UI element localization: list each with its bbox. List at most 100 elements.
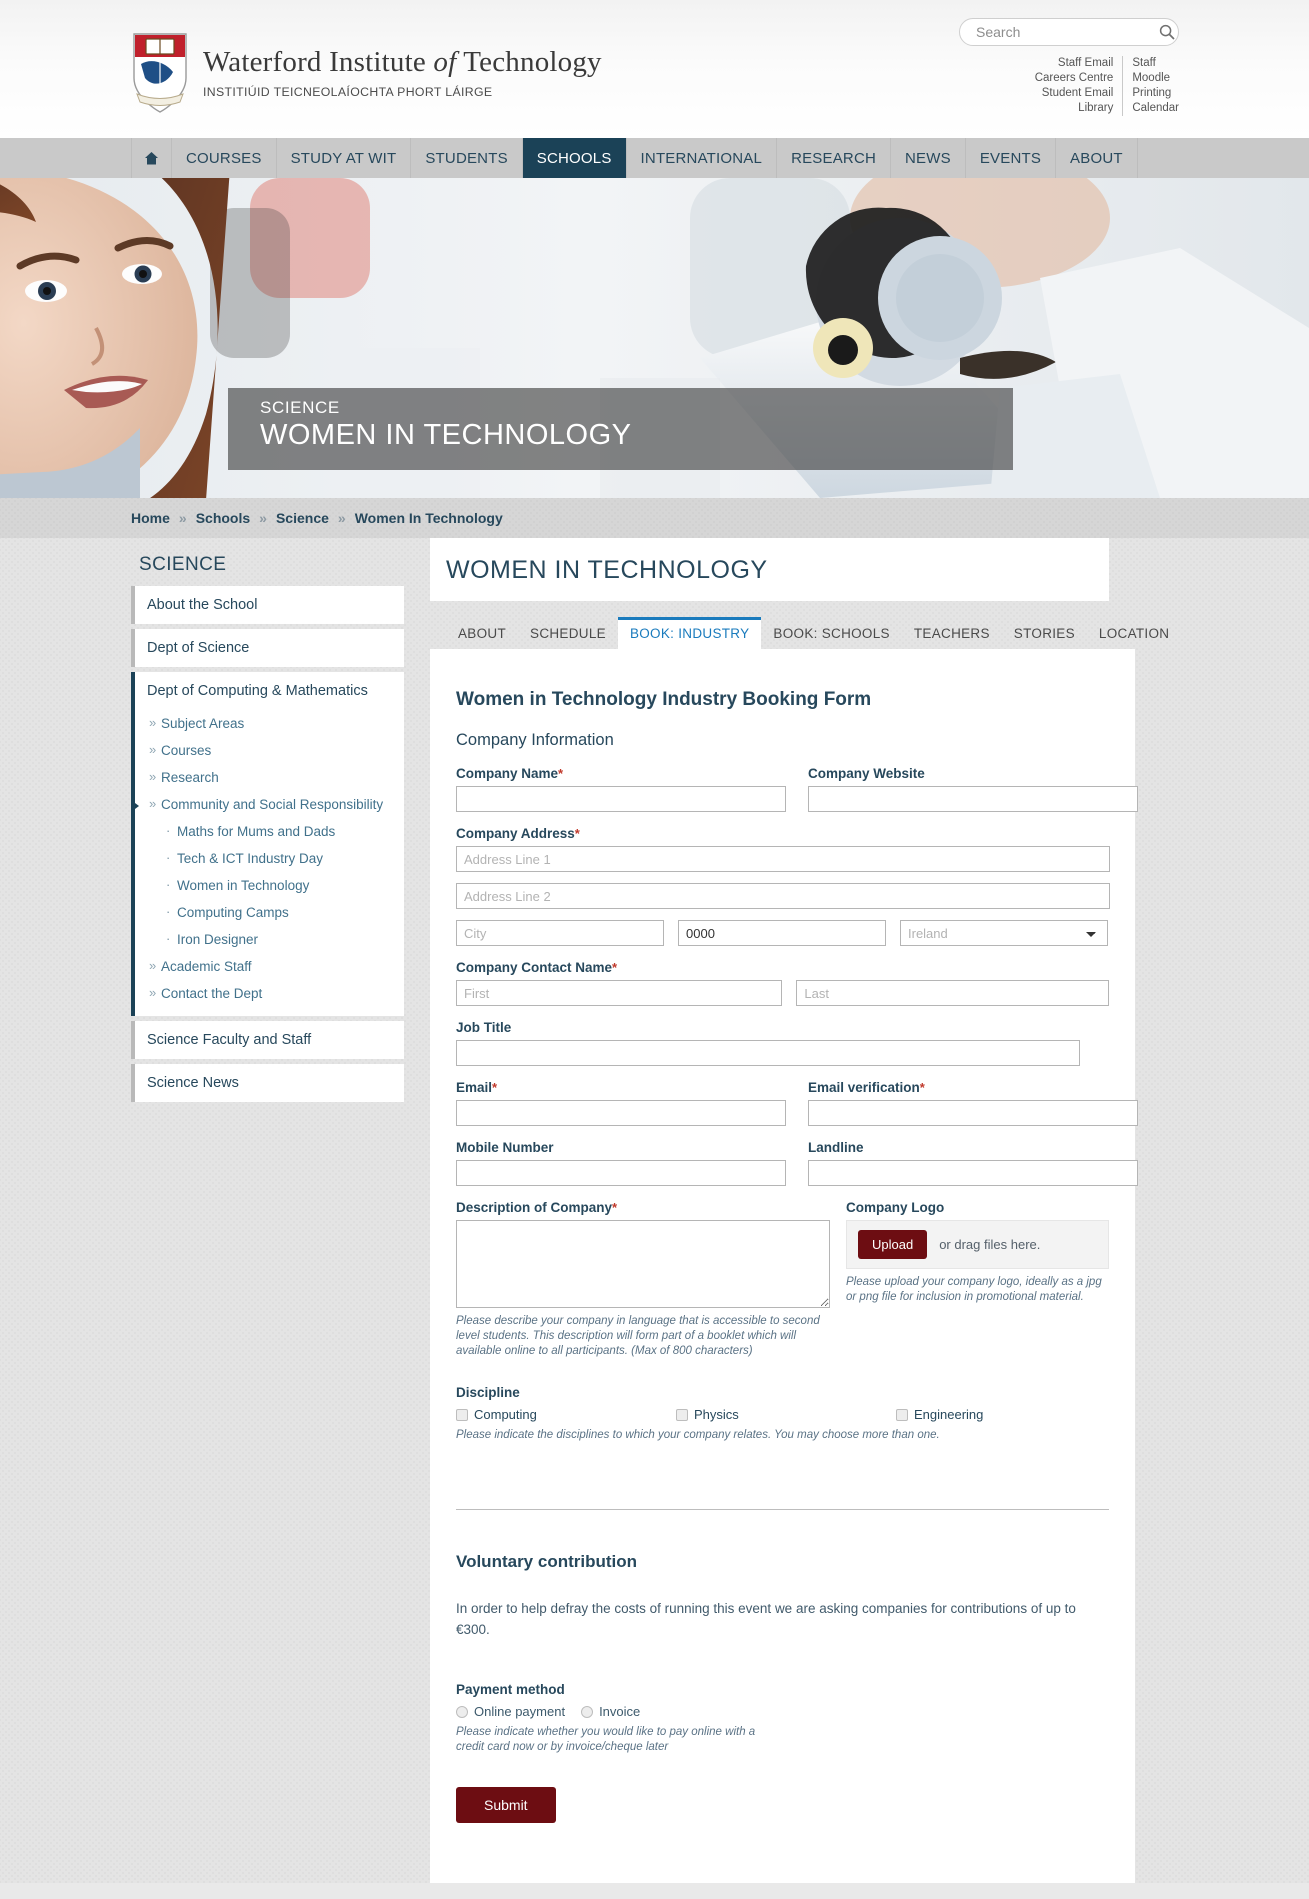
sidebar-subitem-women-in-technology[interactable]: · Women in Technology [135, 872, 404, 899]
discipline-option-physics[interactable]: Physics [676, 1407, 896, 1422]
sidebar-item-about-the-school[interactable]: About the School [131, 586, 404, 624]
discipline-options: Computing Physics Engineering [456, 1407, 1109, 1422]
discipline-label: Physics [694, 1407, 739, 1422]
sidebar-subitem-computing-camps[interactable]: · Computing Camps [135, 899, 404, 926]
quick-link-printing[interactable]: Printing [1132, 86, 1179, 101]
sidebar-label[interactable]: Science Faculty and Staff [135, 1021, 404, 1059]
tab-about[interactable]: ABOUT [446, 617, 518, 649]
quick-link-moodle[interactable]: Moodle [1132, 71, 1179, 86]
field-email: Email* [456, 1080, 786, 1126]
sidebar-subitem-label: Academic Staff [161, 959, 252, 974]
contact-first-name-input[interactable] [456, 980, 783, 1006]
tab-teachers[interactable]: TEACHERS [902, 617, 1002, 649]
row-description-logo: Description of Company* Please describe … [456, 1200, 1109, 1359]
sidebar-subitem-research[interactable]: » Research [135, 764, 404, 791]
mobile-number-input[interactable] [456, 1160, 786, 1186]
sidebar-subitem-academic-staff[interactable]: » Academic Staff [135, 953, 404, 980]
radio-icon[interactable] [581, 1705, 594, 1718]
voluntary-contribution-text: In order to help defray the costs of run… [456, 1601, 1076, 1637]
contact-last-name-input[interactable] [796, 980, 1109, 1006]
nav-item-study-at-wit[interactable]: STUDY AT WIT [277, 138, 412, 178]
sidebar-subitem-label: Research [161, 770, 219, 785]
quick-link-library[interactable]: Library [1035, 101, 1113, 116]
sidebar-subitem-subject-areas[interactable]: » Subject Areas [135, 710, 404, 737]
page-body: SCIENCE About the School Dept of Science… [0, 538, 1309, 1883]
page-title-wrap: WOMEN IN TECHNOLOGY [430, 538, 1109, 601]
discipline-option-computing[interactable]: Computing [456, 1407, 676, 1422]
payment-option-invoice[interactable]: Invoice [581, 1704, 640, 1719]
sidebar-label[interactable]: About the School [135, 586, 404, 624]
breadcrumb-science[interactable]: Science [276, 510, 329, 526]
sidebar-subitem-label: Women in Technology [177, 878, 310, 893]
sidebar-subitem-label: Iron Designer [177, 932, 259, 947]
sidebar-label[interactable]: Science News [135, 1064, 404, 1102]
sidebar-item-dept-of-computing-mathematics[interactable]: Dept of Computing & Mathematics » Subject… [131, 672, 404, 1016]
upload-button[interactable]: Upload [858, 1230, 928, 1259]
sidebar-subitem-contact-the-dept[interactable]: » Contact the Dept [135, 980, 404, 1007]
sidebar-item-science-faculty-and-staff[interactable]: Science Faculty and Staff [131, 1021, 404, 1059]
site-logo[interactable]: Waterford Institute of Technology INSTIT… [131, 32, 602, 114]
hero-title: WOMEN IN TECHNOLOGY [260, 419, 632, 451]
description-textarea[interactable] [456, 1220, 830, 1308]
sidebar-subitem-maths-for-mums-and-dads[interactable]: · Maths for Mums and Dads [135, 818, 404, 845]
nav-item-schools[interactable]: SCHOOLS [522, 138, 627, 178]
nav-item-international[interactable]: INTERNATIONAL [627, 138, 778, 178]
search-input[interactable] [974, 23, 1159, 41]
tab-book-schools[interactable]: BOOK: SCHOOLS [761, 617, 901, 649]
nav-item-home[interactable] [131, 138, 172, 178]
tab-book-industry[interactable]: BOOK: INDUSTRY [617, 617, 762, 649]
landline-input[interactable] [808, 1160, 1138, 1186]
email-verification-input[interactable] [808, 1100, 1138, 1126]
checkbox-icon[interactable] [456, 1408, 468, 1421]
sidebar-item-science-news[interactable]: Science News [131, 1064, 404, 1102]
radio-icon[interactable] [456, 1705, 468, 1718]
address-line-2-input[interactable] [456, 883, 1110, 909]
sidebar-label[interactable]: Dept of Computing & Mathematics [135, 672, 404, 710]
breadcrumb: Home » Schools » Science » Women In Tech… [0, 498, 1309, 538]
logo-dropzone[interactable]: Upload or drag files here. [846, 1220, 1109, 1269]
tab-schedule[interactable]: SCHEDULE [518, 617, 618, 649]
address-line-1-input[interactable] [456, 846, 1110, 872]
discipline-option-engineering[interactable]: Engineering [896, 1407, 983, 1422]
nav-item-news[interactable]: NEWS [891, 138, 966, 178]
country-select[interactable]: Ireland [900, 920, 1108, 946]
nav-item-events[interactable]: EVENTS [966, 138, 1057, 178]
company-name-input[interactable] [456, 786, 786, 812]
company-website-input[interactable] [808, 786, 1138, 812]
bullet-icon: · [166, 823, 171, 838]
quick-link-student-email[interactable]: Student Email [1035, 86, 1114, 101]
sidebar-subitem-iron-designer[interactable]: · Iron Designer [135, 926, 404, 953]
nav-item-courses[interactable]: COURSES [172, 138, 277, 178]
sidebar-item-dept-of-science[interactable]: Dept of Science [131, 629, 404, 667]
postcode-input[interactable] [678, 920, 886, 946]
breadcrumb-schools[interactable]: Schools [196, 510, 250, 526]
submit-button[interactable]: Submit [456, 1787, 556, 1823]
breadcrumb-home[interactable]: Home [131, 510, 170, 526]
label-landline: Landline [808, 1140, 864, 1155]
tab-stories[interactable]: STORIES [1002, 617, 1087, 649]
checkbox-icon[interactable] [676, 1408, 688, 1421]
label-discipline: Discipline [456, 1385, 520, 1400]
search-icon[interactable] [1159, 24, 1175, 40]
discipline-hint: Please indicate the disciplines to which… [456, 1429, 940, 1441]
checkbox-icon[interactable] [896, 1408, 908, 1421]
nav-item-research[interactable]: RESEARCH [777, 138, 892, 178]
sidebar-subitem-courses[interactable]: » Courses [135, 737, 404, 764]
field-mobile-number: Mobile Number [456, 1140, 786, 1186]
nav-item-students[interactable]: STUDENTS [411, 138, 523, 178]
payment-option-online-payment[interactable]: Online payment [456, 1704, 565, 1719]
quick-link-calendar[interactable]: Calendar [1132, 101, 1179, 116]
search-box[interactable] [959, 18, 1179, 46]
sidebar-subitem-tech-ict-industry-day[interactable]: · Tech & ICT Industry Day [135, 845, 404, 872]
nav-item-about[interactable]: ABOUT [1056, 138, 1138, 178]
email-input[interactable] [456, 1100, 786, 1126]
city-input[interactable] [456, 920, 664, 946]
tab-location[interactable]: LOCATION [1087, 617, 1181, 649]
sidebar-subitem-community-and-social-responsibility[interactable]: » Community and Social Responsibility [131, 791, 404, 818]
job-title-input[interactable] [456, 1040, 1080, 1066]
quick-link-careers-centre[interactable]: Careers Centre [1035, 71, 1114, 86]
quick-link-staff-email[interactable]: Staff Email [1035, 56, 1113, 71]
quick-link-staff[interactable]: Staff [1132, 56, 1179, 71]
discipline-label: Engineering [914, 1407, 984, 1422]
sidebar-label[interactable]: Dept of Science [135, 629, 404, 667]
